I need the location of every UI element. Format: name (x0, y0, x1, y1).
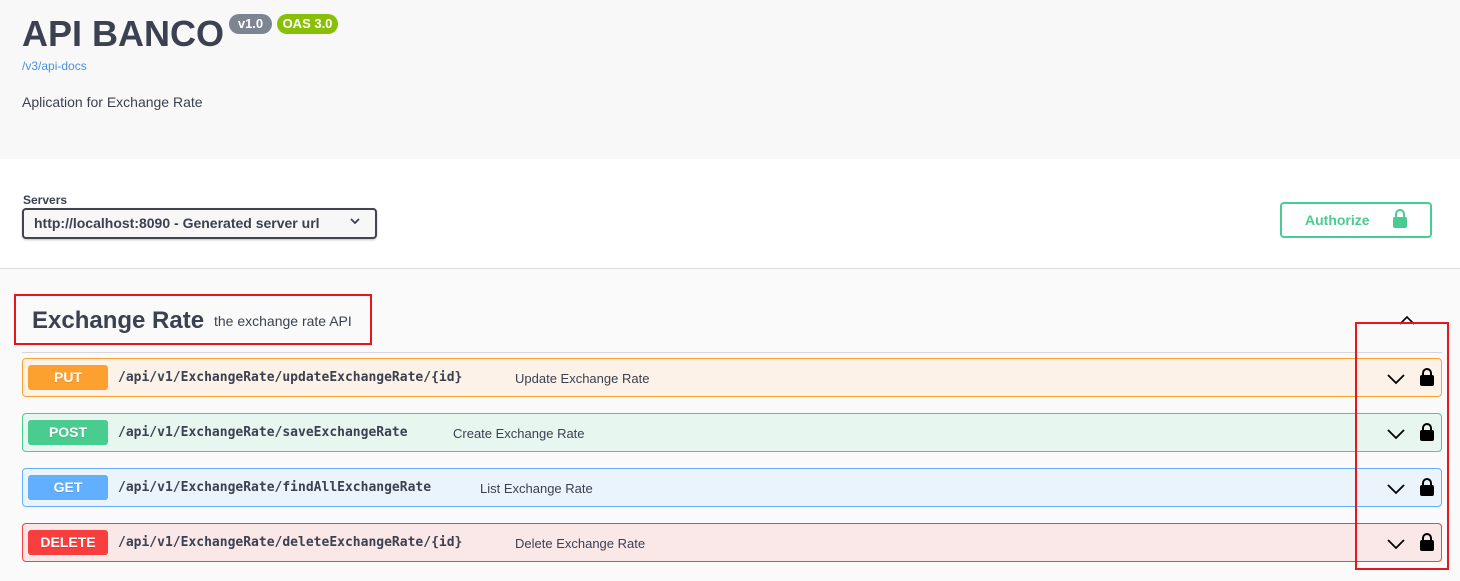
operation-summary: Update Exchange Rate (515, 371, 650, 386)
method-badge-put: PUT (28, 365, 108, 390)
operation-path: /api/v1/ExchangeRate/findAllExchangeRate (118, 480, 432, 495)
api-description: Aplication for Exchange Rate (22, 94, 203, 110)
unlocked-padlock-icon (1393, 209, 1407, 228)
operation-path: /api/v1/ExchangeRate/saveExchangeRate (118, 425, 408, 440)
version-badge: v1.0 (229, 14, 272, 34)
servers-label: Servers (23, 193, 68, 207)
api-docs-link[interactable]: /v3/api-docs (22, 59, 87, 73)
authorize-button[interactable]: Authorize (1280, 202, 1432, 238)
server-select[interactable]: http://localhost:8090 - Generated server… (22, 208, 377, 239)
chevron-down-icon (350, 218, 360, 225)
operation-delete-exchange-rate[interactable]: DELETE /api/v1/ExchangeRate/deleteExchan… (22, 523, 1442, 562)
operation-summary: List Exchange Rate (480, 481, 593, 496)
info-section: API BANCO v1.0 OAS 3.0 /v3/api-docs Apli… (0, 0, 1460, 159)
operation-path: /api/v1/ExchangeRate/updateExchangeRate/… (118, 370, 463, 385)
operation-post-save-exchange-rate[interactable]: POST /api/v1/ExchangeRate/saveExchangeRa… (22, 413, 1442, 452)
operation-summary: Delete Exchange Rate (515, 536, 646, 551)
operation-path: /api/v1/ExchangeRate/deleteExchangeRate/… (118, 535, 463, 550)
method-badge-get: GET (28, 475, 108, 500)
api-title: API BANCO (22, 13, 225, 54)
authorize-label: Authorize (1305, 212, 1370, 228)
operation-get-find-all-exchange-rate[interactable]: GET /api/v1/ExchangeRate/findAllExchange… (22, 468, 1442, 507)
scheme-container: Servers http://localhost:8090 - Generate… (0, 159, 1460, 269)
method-badge-delete: DELETE (28, 530, 108, 555)
oas-badge: OAS 3.0 (277, 14, 338, 34)
server-select-value: http://localhost:8090 - Generated server… (34, 215, 320, 231)
operation-put-update-exchange-rate[interactable]: PUT /api/v1/ExchangeRate/updateExchangeR… (22, 358, 1442, 397)
annotation-box-lock-icons (1355, 322, 1449, 570)
annotation-box-tag (14, 294, 372, 345)
method-badge-post: POST (28, 420, 108, 445)
operation-summary: Create Exchange Rate (453, 426, 585, 441)
